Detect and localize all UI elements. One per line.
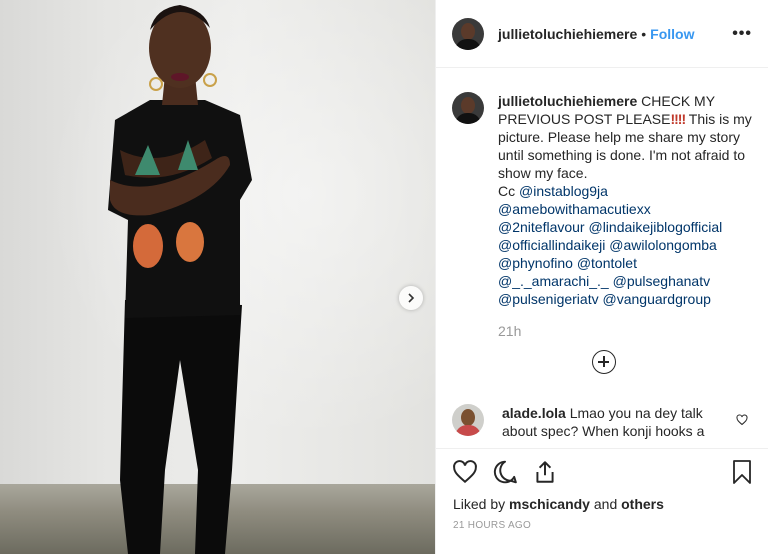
comment-icon[interactable]	[492, 459, 518, 485]
share-icon[interactable]	[532, 459, 558, 485]
mention-link[interactable]: @_._amarachi_._	[498, 273, 609, 289]
post-side-panel: jullietoluchiehiemere • Follow ••• julli…	[435, 0, 768, 554]
bookmark-icon[interactable]	[730, 459, 754, 485]
load-more-comments-button[interactable]	[592, 350, 616, 374]
mention-link[interactable]: @vanguardgroup	[603, 291, 711, 307]
mention-link[interactable]: @phynofino	[498, 255, 573, 271]
mention-link[interactable]: @awilolongomba	[609, 237, 717, 253]
liked-by-others[interactable]: others	[621, 496, 664, 512]
caption-avatar[interactable]	[452, 92, 484, 124]
next-photo-button[interactable]	[399, 286, 423, 310]
mention-link[interactable]: @2niteflavour	[498, 219, 585, 235]
post-timestamp[interactable]: 21 HOURS AGO	[453, 520, 531, 531]
mention-link[interactable]: @amebowithamacutiexx	[498, 201, 651, 217]
liked-by-and: and	[593, 496, 618, 512]
heart-icon[interactable]	[736, 414, 748, 426]
author-avatar[interactable]	[452, 17, 484, 50]
heart-icon[interactable]	[452, 459, 478, 485]
liked-by-prefix: Liked by	[453, 496, 506, 512]
mention-link[interactable]: @instablog9ja	[519, 183, 608, 199]
likes-summary: Liked by mschicandy and others	[453, 496, 664, 512]
action-bar	[452, 459, 755, 487]
more-options-icon[interactable]: •••	[732, 25, 752, 43]
cc-label: Cc	[498, 183, 516, 199]
mention-link[interactable]: @pulsenigeriatv	[498, 291, 599, 307]
comment-item: alade.lola Lmao you na dey talk about sp…	[452, 404, 758, 440]
caption-username[interactable]: jullietoluchiehiemere	[498, 93, 637, 109]
exclamation-emoji: !!!!	[670, 111, 686, 127]
commenter-username[interactable]: alade.lola	[502, 405, 566, 421]
chevron-right-icon	[408, 293, 415, 303]
mention-link[interactable]: @lindaikejiblogofficial	[588, 219, 722, 235]
mention-link[interactable]: @tontolet	[577, 255, 637, 271]
post-caption: jullietoluchiehiemere CHECK MY PREVIOUS …	[452, 92, 758, 340]
caption-time[interactable]: 21h	[498, 322, 758, 340]
mention-link[interactable]: @pulseghanatv	[613, 273, 711, 289]
caption-text: jullietoluchiehiemere CHECK MY PREVIOUS …	[498, 92, 758, 340]
post-photo[interactable]	[0, 0, 435, 554]
divider	[436, 448, 768, 449]
mention-link[interactable]: @officiallindaikeji	[498, 237, 605, 253]
post-header: jullietoluchiehiemere • Follow •••	[436, 0, 768, 68]
author-username[interactable]: jullietoluchiehiemere	[498, 26, 637, 42]
person-figure	[108, 5, 252, 554]
follow-button[interactable]: Follow	[650, 26, 694, 42]
separator-dot: •	[641, 25, 647, 42]
comment-text: alade.lola Lmao you na dey talk about sp…	[502, 404, 732, 440]
liked-by-user[interactable]: mschicandy	[509, 496, 590, 512]
commenter-avatar[interactable]	[452, 404, 484, 436]
